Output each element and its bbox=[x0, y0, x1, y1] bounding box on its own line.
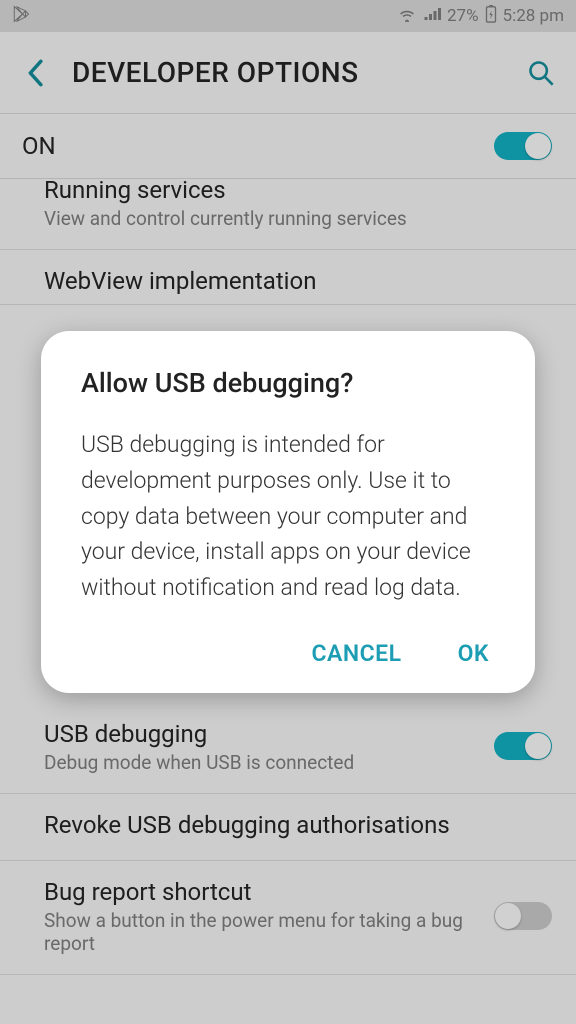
ok-button[interactable]: OK bbox=[458, 640, 489, 667]
usb-debugging-dialog: Allow USB debugging? USB debugging is in… bbox=[41, 331, 535, 692]
dialog-overlay: Allow USB debugging? USB debugging is in… bbox=[0, 0, 576, 1024]
cancel-button[interactable]: CANCEL bbox=[311, 640, 401, 667]
dialog-body: USB debugging is intended for developmen… bbox=[81, 427, 495, 605]
dialog-title: Allow USB debugging? bbox=[81, 367, 495, 399]
